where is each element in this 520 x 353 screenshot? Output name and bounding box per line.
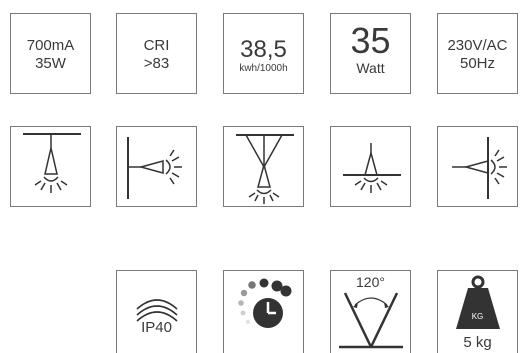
spec-wattage: 35 Watt (330, 13, 411, 94)
pendant-lamp-icon (236, 134, 294, 204)
mount-wall-tile (116, 126, 197, 207)
current-label: 700mA (26, 37, 75, 54)
frequency-label: 50Hz (459, 55, 496, 72)
power-label: 35W (35, 55, 66, 72)
ceiling-mounted-lamp-icon (23, 133, 81, 193)
cri-value: >83 (143, 55, 170, 72)
spec-energy-consumption: 38,5 kwh/1000h (223, 13, 304, 94)
spec-current-power: 700mA 35W (10, 13, 91, 94)
weight-label: 5 kg (463, 334, 492, 351)
mount-ceiling-tile (10, 126, 91, 207)
ip-rating-label: IP40 (141, 319, 172, 336)
voltage-label: 230V/AC (447, 37, 508, 54)
watt-unit: Watt (356, 60, 385, 76)
ip-shield-arc-icon (136, 299, 178, 322)
mount-recessed-tile (330, 126, 411, 207)
feature-dimming (223, 270, 304, 353)
watt-value: 35 (350, 20, 391, 61)
weight-badge: KG (471, 312, 484, 321)
dimmer-timer-icon (238, 278, 292, 328)
feature-weight: KG 5 kg (437, 270, 518, 353)
spec-cri: CRI >83 (116, 13, 197, 94)
cri-label: CRI (143, 37, 170, 54)
beam-angle-icon (339, 292, 403, 349)
mount-recessed-wall-tile (437, 126, 518, 207)
feature-ip-rating: IP40 (116, 270, 197, 353)
energy-value: 38,5 (240, 36, 287, 63)
wall-mounted-lamp-icon (127, 137, 182, 199)
energy-unit: kwh/1000h (239, 63, 288, 74)
mount-pendant-tile (223, 126, 304, 207)
recessed-lamp-icon (343, 143, 401, 193)
spec-voltage: 230V/AC 50Hz (437, 13, 518, 94)
feature-beam-angle: 120° (330, 270, 411, 353)
recessed-wall-lamp-icon (452, 137, 507, 199)
